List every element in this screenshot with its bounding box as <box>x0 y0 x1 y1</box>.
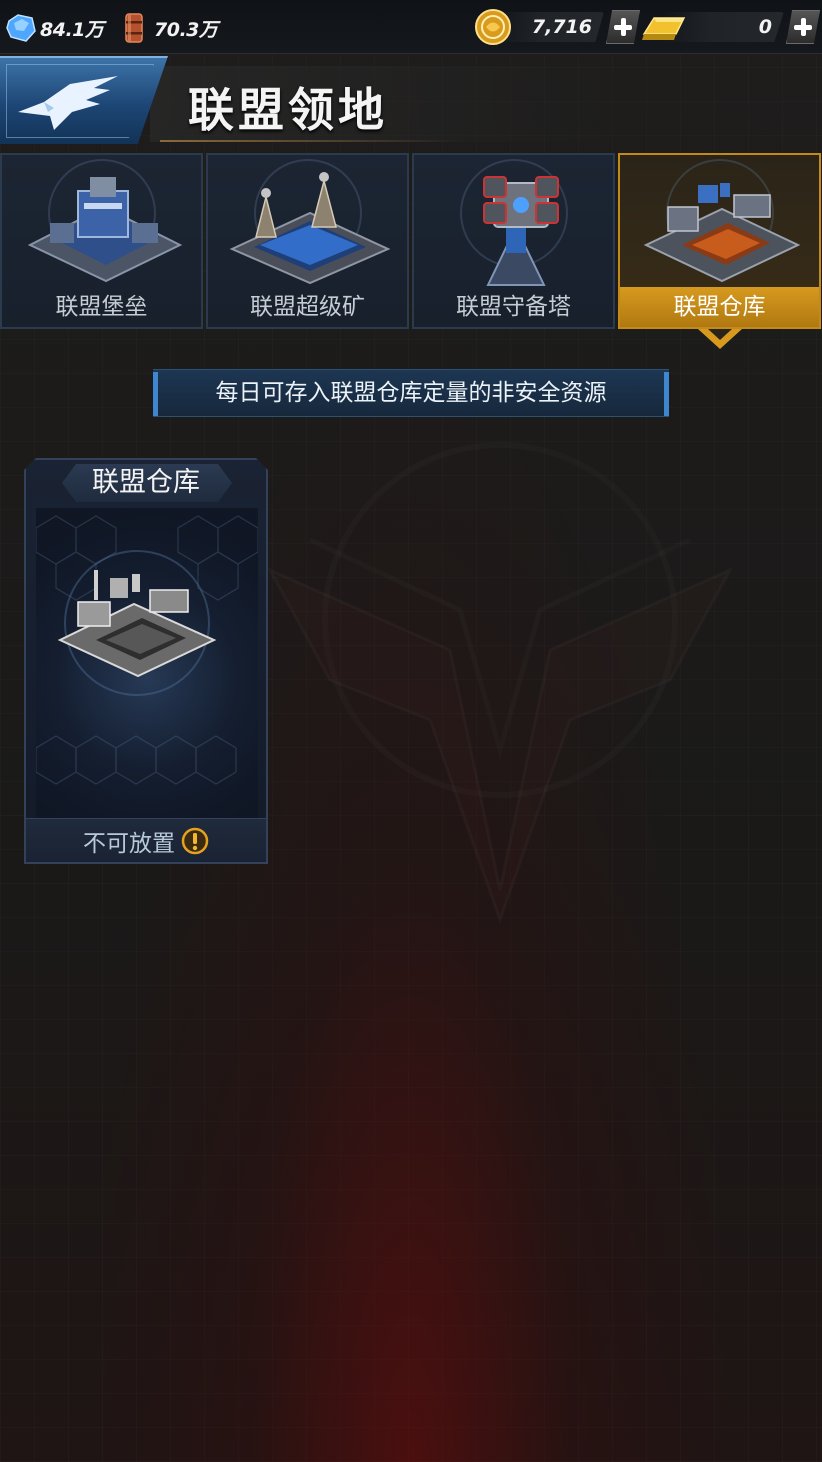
oil-resource[interactable]: 70.3万 <box>118 6 218 50</box>
tab-alliance-fortress[interactable]: 联盟堡垒 <box>0 153 203 329</box>
add-gold-bar-button[interactable] <box>786 10 820 44</box>
defense-tower-building-icon <box>483 176 559 286</box>
back-button[interactable] <box>0 56 168 144</box>
super-mine-building-icon <box>229 172 391 285</box>
oil-barrel-icon <box>125 13 143 43</box>
tab-label: 联盟仓库 <box>620 287 819 327</box>
fortress-building-icon <box>27 177 183 283</box>
faction-emblem-watermark <box>270 570 730 920</box>
info-banner: 每日可存入联盟仓库定量的非安全资源 <box>153 369 669 417</box>
tab-alliance-warehouse[interactable]: 联盟仓库 <box>618 153 821 329</box>
gold-coin-currency: 7,716 <box>474 8 640 46</box>
active-tab-indicator-icon <box>698 329 742 349</box>
tab-label: 联盟超级矿 <box>250 294 365 320</box>
tab-alliance-super-mine[interactable]: 联盟超级矿 <box>206 153 409 329</box>
card-status-text: 不可放置 <box>83 830 175 857</box>
gold-bar-currency: 0 <box>640 8 820 46</box>
crystal-resource[interactable]: 84.1万 <box>4 6 104 50</box>
warehouse-card[interactable]: 联盟仓库 不可放置 <box>24 458 268 864</box>
tab-label: 联盟守备塔 <box>456 294 571 320</box>
crystal-icon <box>6 14 36 42</box>
gold-bar-icon <box>642 17 686 40</box>
oil-value: 70.3万 <box>154 18 218 41</box>
gold-bar-value: 0 <box>758 16 772 38</box>
crystal-value: 84.1万 <box>40 18 104 41</box>
gold-coin-value: 7,716 <box>531 16 592 38</box>
resource-bar: 84.1万 70.3万 7,716 0 <box>0 0 822 54</box>
tab-label: 联盟堡垒 <box>55 294 148 320</box>
add-gold-coin-button[interactable] <box>606 10 640 44</box>
warehouse-building-icon <box>643 183 801 283</box>
eagle-icon <box>18 76 118 130</box>
page-header: 联盟领地 <box>0 56 822 150</box>
card-footer: 不可放置 <box>26 818 266 862</box>
warehouse-building-image <box>57 570 217 678</box>
building-tabs: 联盟堡垒 联盟超级矿 联盟守备塔 联盟仓库 <box>0 153 822 329</box>
tab-alliance-defense-tower[interactable]: 联盟守备塔 <box>412 153 615 329</box>
page-title: 联盟领地 <box>188 83 388 137</box>
warning-icon[interactable] <box>181 827 209 855</box>
info-banner-text: 每日可存入联盟仓库定量的非安全资源 <box>215 380 607 406</box>
card-title: 联盟仓库 <box>92 467 200 498</box>
header-divider <box>160 140 460 142</box>
gold-coin-icon <box>475 9 511 45</box>
